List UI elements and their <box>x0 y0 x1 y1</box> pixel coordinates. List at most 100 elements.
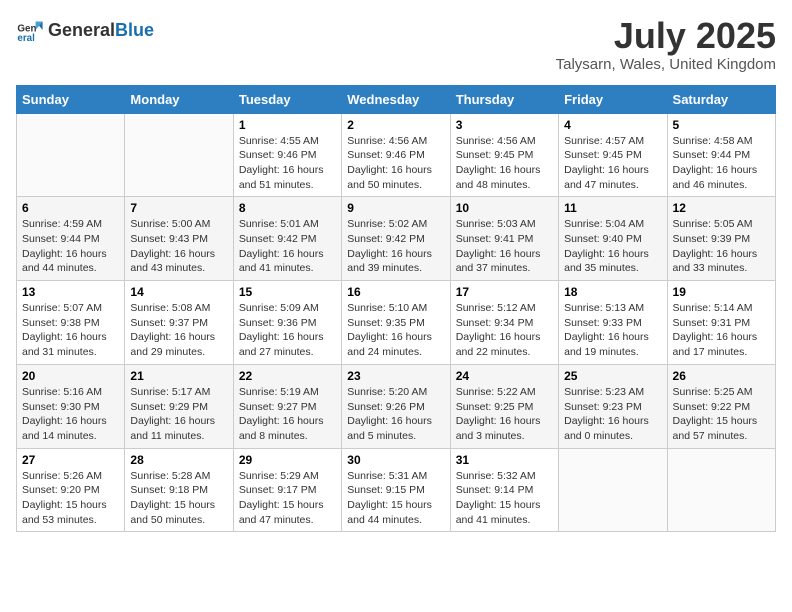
calendar-cell: 10 Sunrise: 5:03 AM Sunset: 9:41 PM Dayli… <box>450 197 558 281</box>
calendar-cell <box>667 448 775 532</box>
logo-icon: Gen eral <box>16 16 44 44</box>
calendar-cell: 22 Sunrise: 5:19 AM Sunset: 9:27 PM Dayli… <box>233 364 341 448</box>
calendar-cell: 15Sunrise: 5:09 AM Sunset: 9:36 PM Dayli… <box>233 281 341 365</box>
calendar-cell: 20Sunrise: 5:16 AM Sunset: 9:30 PM Dayli… <box>17 364 125 448</box>
day-info: Sunrise: 5:05 AM Sunset: 9:39 PM Dayligh… <box>673 217 770 276</box>
logo: Gen eral GeneralBlue <box>16 16 154 44</box>
day-header-wednesday: Wednesday <box>342 85 450 113</box>
day-number: 13 <box>22 285 119 299</box>
day-info: Sunrise: 5:22 AM Sunset: 9:25 PM Dayligh… <box>456 385 553 444</box>
calendar-week-5: 27 Sunrise: 5:26 AM Sunset: 9:20 PM Dayli… <box>17 448 776 532</box>
calendar-cell: 25 Sunrise: 5:23 AM Sunset: 9:23 PM Dayli… <box>559 364 667 448</box>
month-title: July 2025 <box>556 16 776 56</box>
calendar-cell: 2Sunrise: 4:56 AM Sunset: 9:46 PM Daylig… <box>342 113 450 197</box>
calendar-table: SundayMondayTuesdayWednesdayThursdayFrid… <box>16 85 776 533</box>
calendar-cell: 14 Sunrise: 5:08 AM Sunset: 9:37 PM Dayli… <box>125 281 233 365</box>
day-header-friday: Friday <box>559 85 667 113</box>
calendar-cell: 27 Sunrise: 5:26 AM Sunset: 9:20 PM Dayli… <box>17 448 125 532</box>
day-info: Sunrise: 5:13 AM Sunset: 9:33 PM Dayligh… <box>564 301 661 360</box>
day-info: Sunrise: 5:08 AM Sunset: 9:37 PM Dayligh… <box>130 301 227 360</box>
calendar-week-2: 6 Sunrise: 4:59 AM Sunset: 9:44 PM Daylig… <box>17 197 776 281</box>
day-number: 2 <box>347 118 444 132</box>
logo-text-blue: Blue <box>115 20 154 40</box>
calendar-cell: 18 Sunrise: 5:13 AM Sunset: 9:33 PM Dayli… <box>559 281 667 365</box>
day-header-sunday: Sunday <box>17 85 125 113</box>
day-number: 14 <box>130 285 227 299</box>
day-number: 6 <box>22 201 119 215</box>
day-number: 15 <box>239 285 336 299</box>
day-header-monday: Monday <box>125 85 233 113</box>
calendar-cell: 4 Sunrise: 4:57 AM Sunset: 9:45 PM Daylig… <box>559 113 667 197</box>
day-number: 21 <box>130 369 227 383</box>
day-info: Sunrise: 5:00 AM Sunset: 9:43 PM Dayligh… <box>130 217 227 276</box>
day-number: 4 <box>564 118 661 132</box>
calendar-week-1: 1 Sunrise: 4:55 AM Sunset: 9:46 PM Daylig… <box>17 113 776 197</box>
day-header-saturday: Saturday <box>667 85 775 113</box>
calendar-cell <box>17 113 125 197</box>
day-info: Sunrise: 5:16 AM Sunset: 9:30 PM Dayligh… <box>22 385 119 444</box>
calendar-cell: 31 Sunrise: 5:32 AM Sunset: 9:14 PM Dayli… <box>450 448 558 532</box>
logo-text-general: General <box>48 20 115 40</box>
calendar-cell: 21 Sunrise: 5:17 AM Sunset: 9:29 PM Dayli… <box>125 364 233 448</box>
calendar-cell: 29Sunrise: 5:29 AM Sunset: 9:17 PM Dayli… <box>233 448 341 532</box>
location-title: Talysarn, Wales, United Kingdom <box>556 56 776 73</box>
day-info: Sunrise: 5:04 AM Sunset: 9:40 PM Dayligh… <box>564 217 661 276</box>
calendar-cell: 17 Sunrise: 5:12 AM Sunset: 9:34 PM Dayli… <box>450 281 558 365</box>
day-number: 8 <box>239 201 336 215</box>
day-header-thursday: Thursday <box>450 85 558 113</box>
calendar-cell: 23Sunrise: 5:20 AM Sunset: 9:26 PM Dayli… <box>342 364 450 448</box>
day-info: Sunrise: 5:02 AM Sunset: 9:42 PM Dayligh… <box>347 217 444 276</box>
day-info: Sunrise: 4:59 AM Sunset: 9:44 PM Dayligh… <box>22 217 119 276</box>
day-info: Sunrise: 5:14 AM Sunset: 9:31 PM Dayligh… <box>673 301 770 360</box>
day-info: Sunrise: 4:57 AM Sunset: 9:45 PM Dayligh… <box>564 134 661 193</box>
day-info: Sunrise: 5:20 AM Sunset: 9:26 PM Dayligh… <box>347 385 444 444</box>
day-info: Sunrise: 5:23 AM Sunset: 9:23 PM Dayligh… <box>564 385 661 444</box>
calendar-cell <box>559 448 667 532</box>
day-number: 31 <box>456 453 553 467</box>
day-info: Sunrise: 4:58 AM Sunset: 9:44 PM Dayligh… <box>673 134 770 193</box>
day-info: Sunrise: 5:19 AM Sunset: 9:27 PM Dayligh… <box>239 385 336 444</box>
day-number: 12 <box>673 201 770 215</box>
calendar-cell: 16Sunrise: 5:10 AM Sunset: 9:35 PM Dayli… <box>342 281 450 365</box>
calendar-cell: 6 Sunrise: 4:59 AM Sunset: 9:44 PM Daylig… <box>17 197 125 281</box>
day-info: Sunrise: 5:03 AM Sunset: 9:41 PM Dayligh… <box>456 217 553 276</box>
calendar-cell <box>125 113 233 197</box>
day-info: Sunrise: 5:28 AM Sunset: 9:18 PM Dayligh… <box>130 469 227 528</box>
day-number: 19 <box>673 285 770 299</box>
day-number: 30 <box>347 453 444 467</box>
calendar-week-3: 13 Sunrise: 5:07 AM Sunset: 9:38 PM Dayli… <box>17 281 776 365</box>
calendar-cell: 9 Sunrise: 5:02 AM Sunset: 9:42 PM Daylig… <box>342 197 450 281</box>
day-number: 3 <box>456 118 553 132</box>
day-number: 27 <box>22 453 119 467</box>
day-info: Sunrise: 5:17 AM Sunset: 9:29 PM Dayligh… <box>130 385 227 444</box>
day-info: Sunrise: 5:25 AM Sunset: 9:22 PM Dayligh… <box>673 385 770 444</box>
day-number: 18 <box>564 285 661 299</box>
calendar-cell: 13 Sunrise: 5:07 AM Sunset: 9:38 PM Dayli… <box>17 281 125 365</box>
svg-text:eral: eral <box>17 33 35 44</box>
day-number: 9 <box>347 201 444 215</box>
calendar-week-4: 20Sunrise: 5:16 AM Sunset: 9:30 PM Dayli… <box>17 364 776 448</box>
calendar-cell: 12 Sunrise: 5:05 AM Sunset: 9:39 PM Dayli… <box>667 197 775 281</box>
day-info: Sunrise: 5:07 AM Sunset: 9:38 PM Dayligh… <box>22 301 119 360</box>
day-number: 24 <box>456 369 553 383</box>
day-number: 1 <box>239 118 336 132</box>
day-header-tuesday: Tuesday <box>233 85 341 113</box>
day-info: Sunrise: 4:55 AM Sunset: 9:46 PM Dayligh… <box>239 134 336 193</box>
day-info: Sunrise: 5:26 AM Sunset: 9:20 PM Dayligh… <box>22 469 119 528</box>
day-info: Sunrise: 5:31 AM Sunset: 9:15 PM Dayligh… <box>347 469 444 528</box>
day-number: 5 <box>673 118 770 132</box>
day-number: 29 <box>239 453 336 467</box>
day-number: 22 <box>239 369 336 383</box>
day-info: Sunrise: 5:10 AM Sunset: 9:35 PM Dayligh… <box>347 301 444 360</box>
day-number: 11 <box>564 201 661 215</box>
day-info: Sunrise: 5:32 AM Sunset: 9:14 PM Dayligh… <box>456 469 553 528</box>
calendar-cell: 30 Sunrise: 5:31 AM Sunset: 9:15 PM Dayli… <box>342 448 450 532</box>
day-number: 25 <box>564 369 661 383</box>
day-info: Sunrise: 5:12 AM Sunset: 9:34 PM Dayligh… <box>456 301 553 360</box>
day-number: 17 <box>456 285 553 299</box>
calendar-cell: 24 Sunrise: 5:22 AM Sunset: 9:25 PM Dayli… <box>450 364 558 448</box>
calendar-cell: 8 Sunrise: 5:01 AM Sunset: 9:42 PM Daylig… <box>233 197 341 281</box>
day-number: 10 <box>456 201 553 215</box>
day-info: Sunrise: 5:01 AM Sunset: 9:42 PM Dayligh… <box>239 217 336 276</box>
day-number: 28 <box>130 453 227 467</box>
